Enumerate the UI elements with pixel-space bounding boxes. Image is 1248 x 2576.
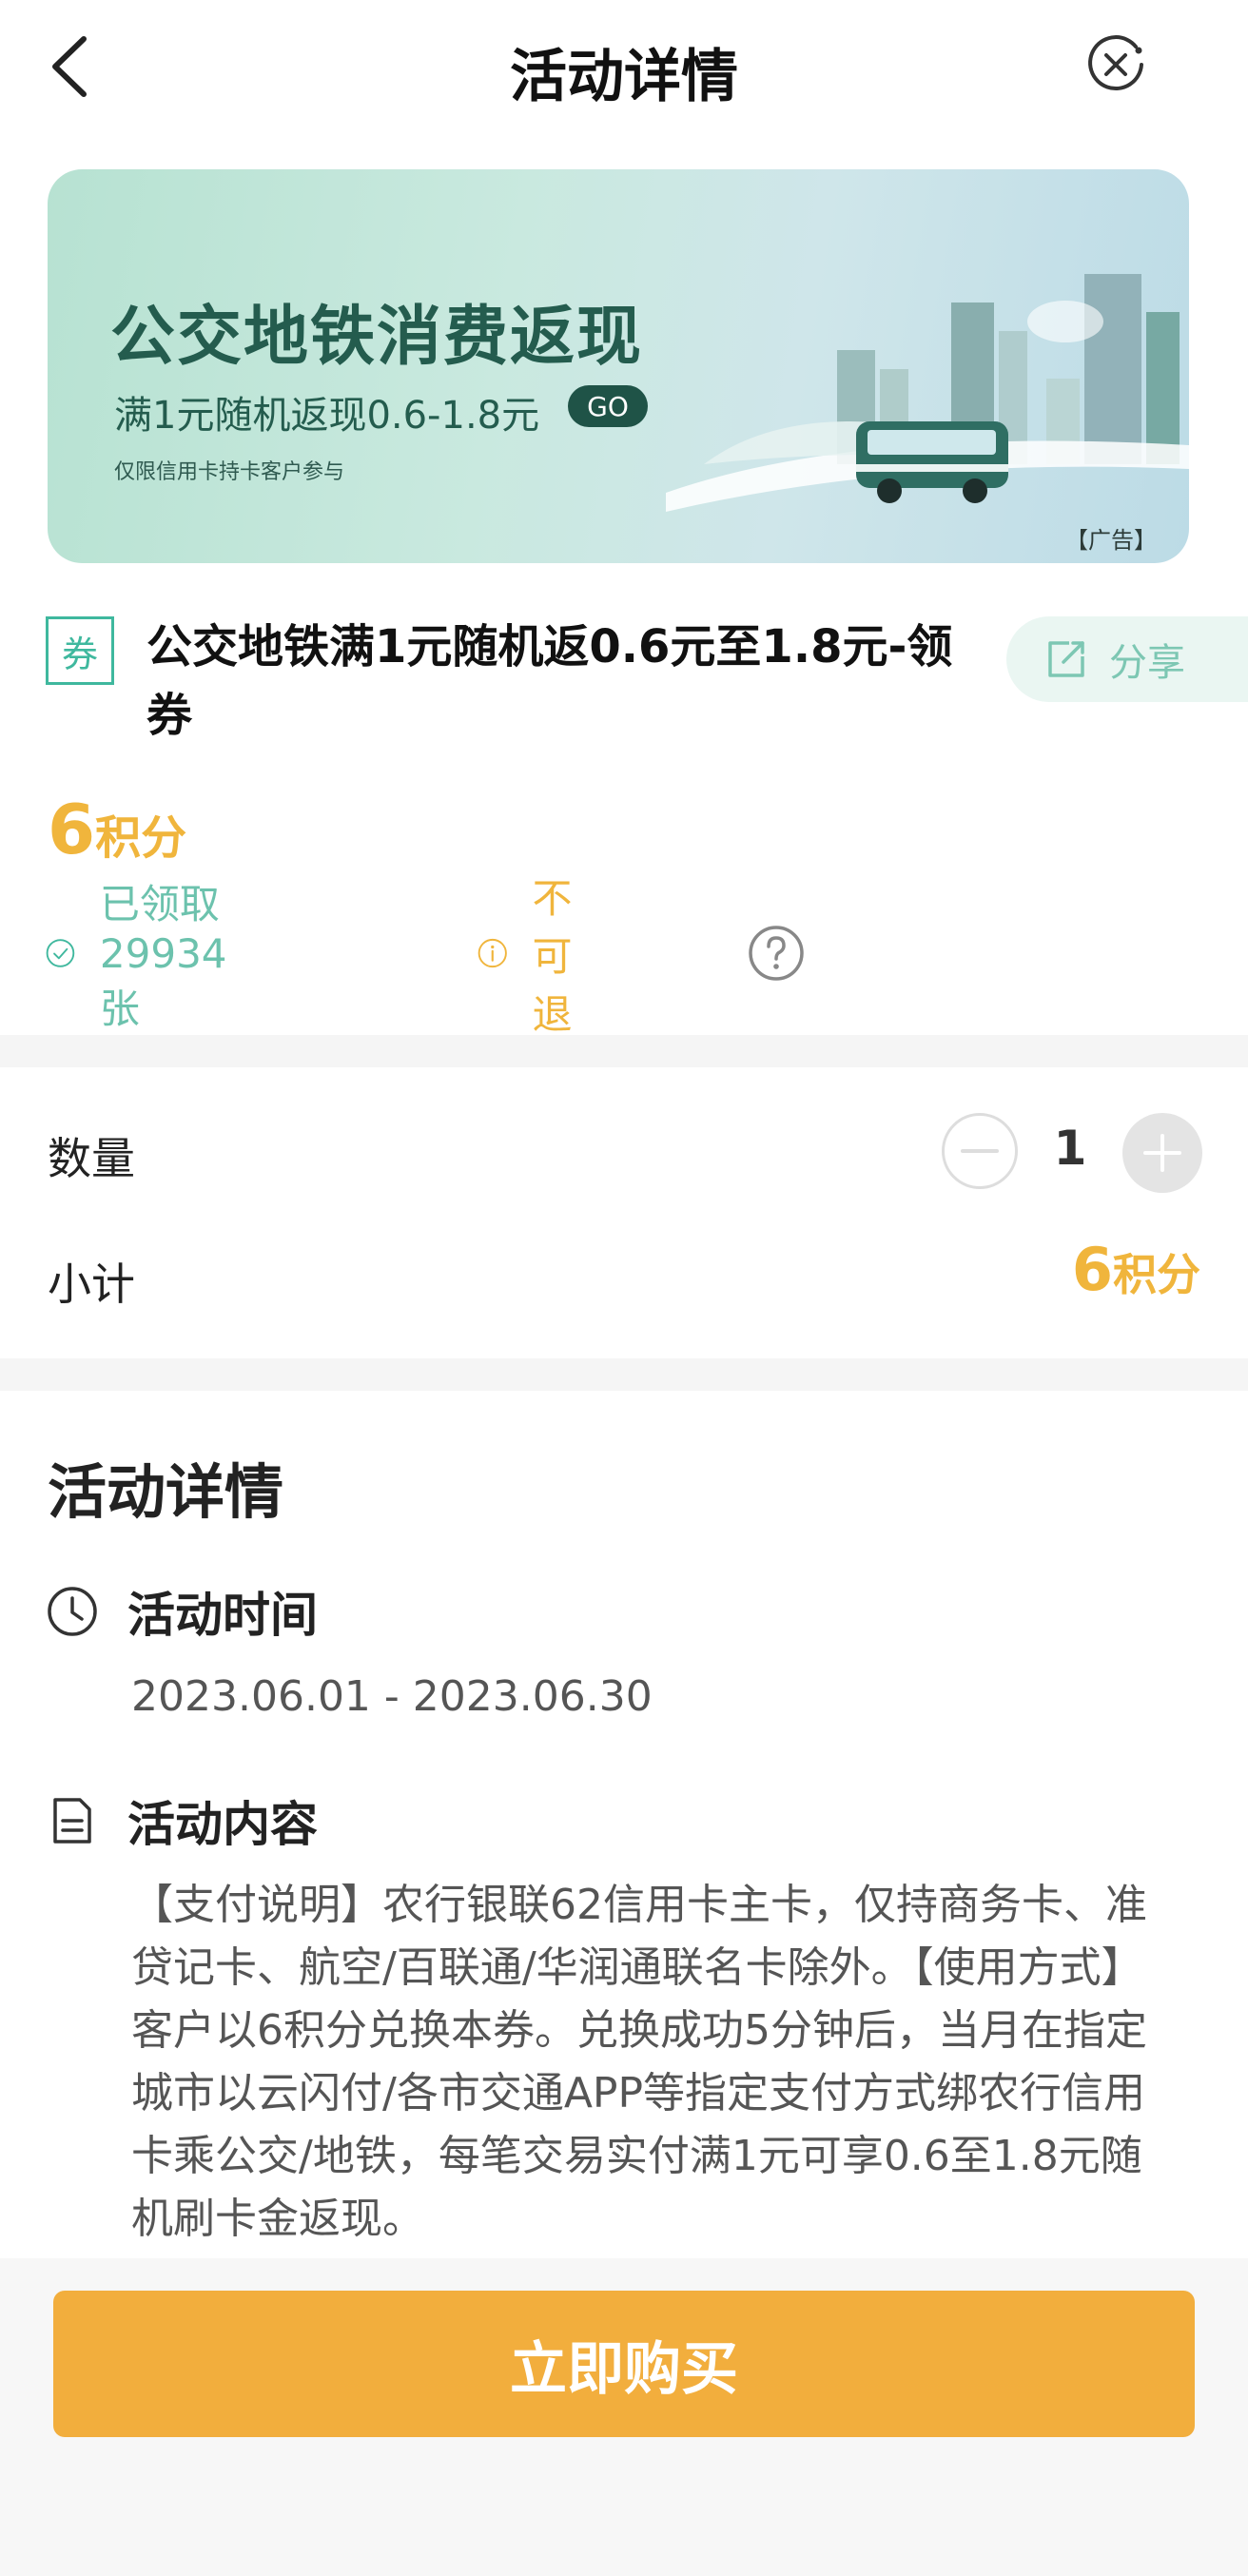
promo-banner[interactable]: 公交地铁消费返现 满1元随机返现0.6-1.8元 GO 仅限信用卡持卡客户参与 …	[48, 169, 1189, 563]
refund-policy: 不可退	[478, 875, 597, 1038]
time-heading-row: 活动时间	[46, 1577, 318, 1646]
banner-subtitle: 满1元随机返现0.6-1.8元	[114, 394, 540, 438]
share-icon	[1048, 641, 1084, 677]
subtotal-unit: 积分	[1113, 1249, 1200, 1300]
question-circle-icon	[749, 926, 804, 981]
banner-go-badge: GO	[568, 385, 648, 427]
close-button[interactable]	[1082, 29, 1149, 101]
top-nav-bar: 活动详情	[0, 0, 1248, 152]
activity-details-section: 活动详情 活动时间 2023.06.01 - 2023.06.30 活动内容 【…	[0, 1391, 1248, 2258]
share-button[interactable]: 分享	[1006, 616, 1248, 702]
points-unit: 积分	[95, 811, 187, 865]
subtotal-label: 小计	[48, 1259, 135, 1310]
quantity-section: 数量 1 小计 6积分	[0, 1067, 1248, 1358]
time-heading: 活动时间	[127, 1588, 318, 1643]
refund-text: 不可退	[532, 874, 573, 1038]
banner-note: 仅限信用卡持卡客户参与	[114, 460, 345, 484]
city-bus-illustration	[666, 274, 1189, 512]
subtotal-value: 6积分	[1072, 1235, 1200, 1304]
check-circle-icon	[46, 939, 75, 967]
quantity-label: 数量	[48, 1133, 135, 1184]
content-heading-row: 活动内容	[46, 1786, 318, 1855]
clock-icon	[48, 1587, 97, 1636]
coupon-tag: 券	[46, 616, 114, 685]
quantity-decrease-button[interactable]	[942, 1113, 1018, 1189]
ad-label: 【广告】	[1065, 527, 1157, 554]
bottom-action-bar: 立即购买	[0, 2258, 1248, 2576]
activity-content-text: 【支付说明】农行银联62信用卡主卡，仅持商务卡、准贷记卡、航空/百联通/华润通联…	[131, 1881, 1147, 2243]
subtotal-points: 6	[1071, 1235, 1113, 1304]
claimed-count: 已领取29934张	[46, 881, 253, 1032]
quantity-increase-button[interactable]	[1122, 1113, 1202, 1193]
page-title: 活动详情	[510, 44, 738, 110]
content-heading: 活动内容	[127, 1797, 318, 1852]
claimed-text: 已领取29934张	[99, 880, 227, 1032]
coupon-title: 公交地铁满1元随机返0.6元至1.8元-领券	[146, 620, 953, 742]
share-label: 分享	[1109, 641, 1185, 685]
document-icon	[53, 1798, 91, 1844]
quantity-value: 1	[1053, 1121, 1087, 1176]
points-price: 6积分	[48, 790, 186, 869]
help-button[interactable]	[748, 913, 805, 993]
date-range: 2023.06.01 - 2023.06.30	[131, 1672, 653, 1721]
plus-icon	[1143, 1134, 1181, 1172]
points-value: 6	[48, 790, 96, 869]
minus-icon	[961, 1149, 999, 1153]
buy-now-button[interactable]: 立即购买	[53, 2291, 1195, 2437]
banner-title: 公交地铁消费返现	[110, 300, 644, 375]
close-circle-icon	[1088, 35, 1143, 90]
info-icon	[478, 938, 507, 968]
details-heading: 活动详情	[48, 1457, 284, 1527]
